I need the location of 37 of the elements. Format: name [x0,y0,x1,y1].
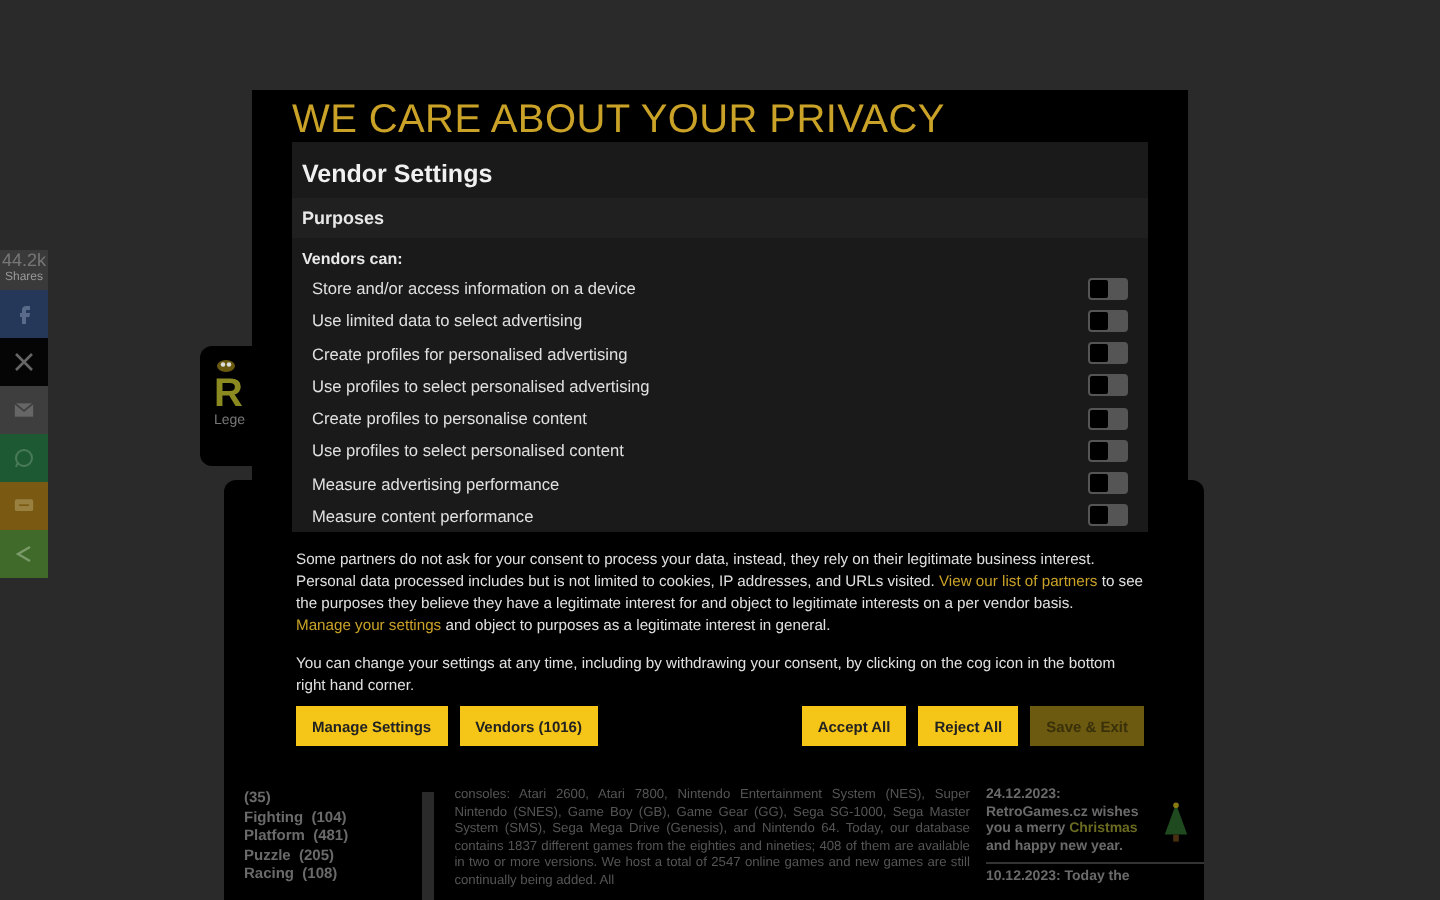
christmas-tree-icon [1161,800,1190,844]
scrollbar[interactable] [422,792,435,900]
toggle-switch[interactable] [1088,472,1128,495]
share-button[interactable] [0,530,48,578]
mascot-icon [214,358,238,374]
share-button[interactable] [0,482,48,530]
toggle-switch[interactable] [1088,407,1128,430]
toggle-switch[interactable] [1088,277,1128,300]
purpose-label: Use limited data to select advertising [312,310,583,331]
share-icon [14,544,34,564]
share-button[interactable] [0,338,48,386]
purpose-label: Measure advertising performance [312,473,560,494]
share-count-number: 44.2k [1,250,47,271]
section-title: Purposes [302,206,385,232]
purpose-label: Store and/or access information on a device [312,278,636,299]
dialog-title: WE CARE ABOUT YOUR PRIVACY [292,98,947,142]
f-icon [14,304,34,324]
list-label: Vendors can: [300,248,405,272]
logo-letter: R [214,374,243,414]
chat-bubble-icon [14,448,34,468]
panel-title: Vendor Settings [300,158,495,192]
message-icon [14,496,34,516]
purpose-label: Create profiles to personalise content [312,408,587,429]
purpose-label: Create profiles for personalised advertising [312,343,628,364]
toggle-switch[interactable] [1088,439,1128,462]
purpose-label: Use profiles to select personalised content [312,440,624,461]
share-button[interactable] [0,290,48,338]
toggle-switch[interactable] [1088,309,1128,332]
share-button[interactable] [0,434,48,482]
x-icon [14,352,34,372]
toggle-switch[interactable] [1088,504,1128,527]
toggle-switch[interactable] [1088,374,1128,397]
purpose-label: Measure content performance [312,505,534,526]
purpose-label: Use profiles to select personalised advertising [312,375,650,396]
toggle-switch[interactable] [1088,342,1128,365]
share-button[interactable] [0,386,48,434]
envelope-icon [14,400,34,420]
